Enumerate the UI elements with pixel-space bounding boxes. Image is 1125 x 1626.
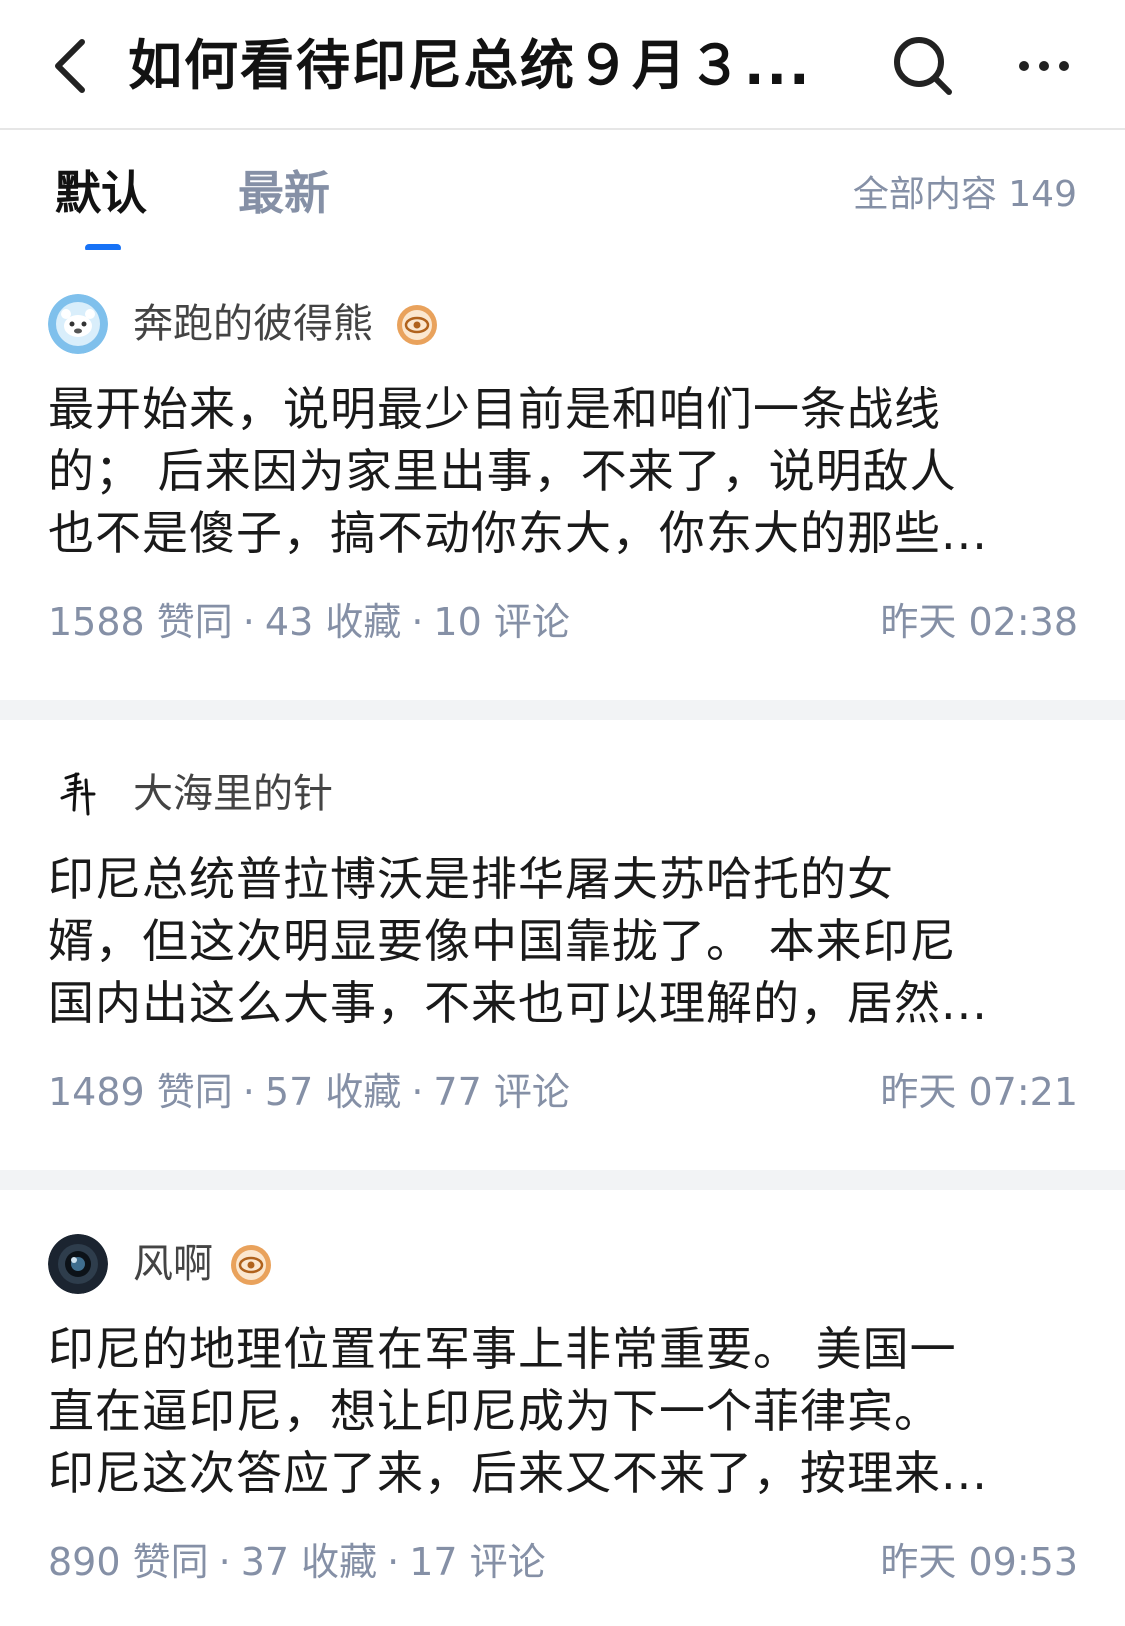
like-count: 1588 赞同 (48, 600, 233, 644)
comment-count: 77 评论 (433, 1070, 570, 1114)
like-count: 1489 赞同 (48, 1070, 233, 1114)
eye-badge-icon (396, 304, 438, 346)
separator-dot: · (242, 1070, 255, 1114)
separator-dot: · (387, 1540, 400, 1584)
avatar (48, 1234, 108, 1294)
answer-stats: 1489 赞同 · 57 收藏 · 77 评论 (48, 1065, 570, 1119)
excerpt-line: 国内出这么大事，不来也可以理解的，居然... (48, 976, 988, 1030)
excerpt-line: 印尼总统普拉博沃是排华屠夫苏哈托的女 (48, 852, 894, 906)
favorite-count: 37 收藏 (240, 1540, 378, 1584)
separator-dot: · (218, 1540, 231, 1584)
answer-meta: 1588 赞同 · 43 收藏 · 10 评论 昨天 02:38 (48, 595, 1078, 649)
separator-dot: · (411, 1070, 424, 1114)
favorite-count: 43 收藏 (264, 600, 402, 644)
more-horizontal-icon (1019, 61, 1069, 71)
excerpt-line: 最开始来，说明最少目前是和咱们一条战线 (48, 382, 941, 436)
answer-time: 昨天 07:21 (880, 1070, 1078, 1114)
eye-badge-icon (230, 1244, 272, 1286)
back-button[interactable] (48, 38, 92, 94)
author-name[interactable]: 大海里的针 (133, 768, 333, 820)
favorite-count: 57 收藏 (264, 1070, 402, 1114)
search-icon (894, 37, 952, 95)
top-navigation-bar: 如何看待印尼总统９月３... (0, 0, 1125, 130)
separator-dot: · (411, 600, 424, 644)
excerpt-line: 直在逼印尼，想让印尼成为下一个菲律宾。 (48, 1384, 941, 1438)
author-name[interactable]: 风啊 (133, 1238, 213, 1290)
answer-stats: 1588 赞同 · 43 收藏 · 10 评论 (48, 595, 570, 649)
chevron-left-icon (55, 39, 85, 93)
tab-latest[interactable]: 最新 (238, 160, 330, 226)
tab-default[interactable]: 默认 (55, 160, 147, 226)
answer-card[interactable]: 奔跑的彼得熊 最开始来，说明最少目前是和咱们一条战线 的； 后来因为家里出事，不… (0, 250, 1125, 700)
answer-card[interactable]: 大海里的针 印尼总统普拉博沃是排华屠夫苏哈托的女 婿，但这次明显要像中国靠拢了。… (0, 720, 1125, 1170)
answer-time: 昨天 09:53 (880, 1540, 1078, 1584)
like-count: 890 赞同 (48, 1540, 209, 1584)
card-divider (0, 700, 1125, 720)
answer-excerpt[interactable]: 印尼总统普拉博沃是排华屠夫苏哈托的女 婿，但这次明显要像中国靠拢了。 本来印尼 … (48, 848, 1058, 1034)
excerpt-line: 婿，但这次明显要像中国靠拢了。 本来印尼 (48, 914, 957, 968)
answer-excerpt[interactable]: 印尼的地理位置在军事上非常重要。 美国一 直在逼印尼，想让印尼成为下一个菲律宾。… (48, 1318, 1058, 1504)
answer-card[interactable]: 风啊 印尼的地理位置在军事上非常重要。 美国一 直在逼印尼，想让印尼成为下一个菲… (0, 1190, 1125, 1626)
card-divider (0, 1170, 1125, 1190)
excerpt-line: 的； 后来因为家里出事，不来了，说明敌人 (48, 444, 957, 498)
excerpt-line: 印尼的地理位置在军事上非常重要。 美国一 (48, 1322, 957, 1376)
excerpt-line: 也不是傻子，搞不动你东大，你东大的那些... (48, 506, 988, 560)
answer-stats: 890 赞同 · 37 收藏 · 17 评论 (48, 1535, 546, 1589)
total-content-count: 全部内容 149 (852, 174, 1077, 215)
more-button[interactable] (1018, 46, 1070, 86)
answer-time: 昨天 02:38 (880, 600, 1078, 644)
page-title: 如何看待印尼总统９月３... (128, 34, 812, 97)
comment-count: 10 评论 (433, 600, 570, 644)
comment-count: 17 评论 (409, 1540, 546, 1584)
excerpt-line: 印尼这次答应了来，后来又不来了，按理来... (48, 1446, 988, 1500)
search-button[interactable] (893, 36, 953, 96)
author-name[interactable]: 奔跑的彼得熊 (133, 298, 373, 350)
avatar (48, 764, 108, 824)
answer-meta: 1489 赞同 · 57 收藏 · 77 评论 昨天 07:21 (48, 1065, 1078, 1119)
sort-tabs: 默认 最新 全部内容 149 (0, 130, 1125, 252)
answer-excerpt[interactable]: 最开始来，说明最少目前是和咱们一条战线 的； 后来因为家里出事，不来了，说明敌人… (48, 378, 1058, 564)
avatar (48, 294, 108, 354)
answer-meta: 890 赞同 · 37 收藏 · 17 评论 昨天 09:53 (48, 1535, 1078, 1589)
separator-dot: · (242, 600, 255, 644)
